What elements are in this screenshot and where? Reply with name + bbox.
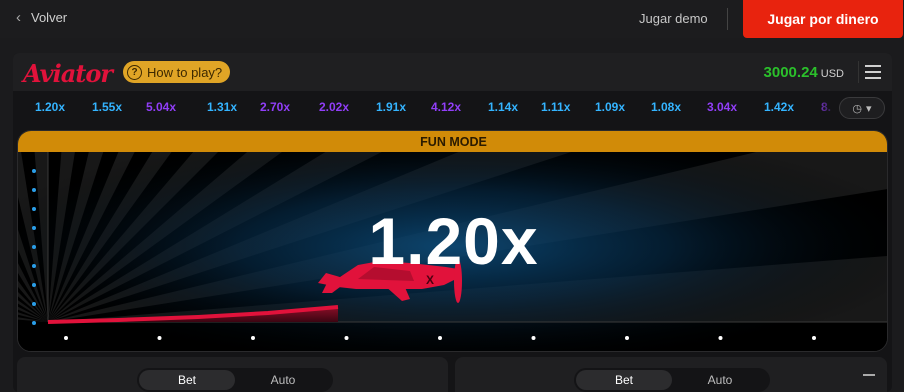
aviator-logo: Aviator [23, 59, 113, 88]
play-demo-link[interactable]: Jugar demo [639, 11, 708, 26]
play-real-money-button[interactable]: Jugar por dinero [743, 0, 903, 38]
divider [727, 8, 728, 30]
y-axis-dot [32, 169, 36, 173]
chevron-left-icon: ‹ [16, 9, 21, 26]
history-multiplier: 1.08x [651, 100, 682, 114]
back-label: Volver [31, 10, 68, 25]
chevron-down-icon: ▾ [866, 102, 872, 115]
bet-auto-toggle: Bet Auto [137, 368, 333, 392]
balance: 3000.24 USD [764, 64, 844, 81]
x-axis-dot [718, 336, 723, 340]
back-button[interactable]: ‹ Volver [16, 9, 67, 26]
auto-tab[interactable]: Auto [672, 370, 768, 390]
how-to-play-label: How to play? [147, 64, 223, 80]
aviator-game: Aviator ? How to play? 3000.24USD 8.1.42… [13, 53, 892, 392]
menu-icon-line [865, 71, 881, 73]
how-to-play-button[interactable]: ? How to play? [123, 61, 231, 83]
menu-icon-line [865, 65, 881, 67]
fun-mode-bar: FUN MODE [18, 131, 887, 152]
balance-amount: 3000.24 [763, 64, 818, 81]
history-multiplier: 2.02x [319, 100, 350, 114]
bet-auto-toggle: Bet Auto [574, 368, 770, 392]
x-axis-dot [625, 336, 629, 340]
history-icon: ◷ [852, 102, 863, 115]
history-multiplier: 2.70x [260, 100, 291, 114]
history-multiplier: 3.04x [707, 100, 738, 114]
bet-panel-2: Bet Auto [455, 357, 887, 392]
x-axis-dot [531, 336, 536, 340]
history-multiplier: 5.04x [146, 100, 177, 114]
history-multiplier: 1.55x [92, 100, 123, 114]
x-axis-dot [251, 336, 255, 340]
bet-tab[interactable]: Bet [139, 370, 235, 390]
history-toggle-button[interactable]: ◷ ▾ [839, 97, 885, 119]
history-multiplier: 1.42x [764, 100, 795, 114]
history-multiplier: 1.11x [541, 100, 571, 114]
y-axis-dot [32, 321, 36, 325]
x-axis-dot [438, 336, 442, 340]
auto-tab[interactable]: Auto [235, 370, 331, 390]
history-fade [813, 97, 838, 121]
menu-button[interactable] [858, 61, 884, 83]
current-multiplier: 1.20x [368, 204, 539, 278]
game-header: Aviator ? How to play? 3000.24 USD [13, 53, 892, 91]
top-bar: ‹ Volver Jugar demo Jugar por dinero [0, 0, 904, 38]
history-multiplier: 1.91x [376, 100, 407, 114]
history-multiplier: 1.20x [35, 100, 66, 114]
x-axis-dot [812, 336, 816, 340]
remove-bet-panel-button[interactable] [863, 374, 875, 376]
x-axis-dot [344, 336, 349, 340]
y-axis-dot [32, 188, 36, 192]
y-axis-dot [32, 283, 36, 287]
multiplier-history: 8.1.42x3.04x1.08x1.09x1.11x1.14x4.12x1.9… [13, 97, 892, 121]
x-axis-dot [64, 336, 68, 340]
balance-currency: USD [820, 68, 844, 80]
history-multiplier: 1.14x [488, 100, 519, 114]
question-icon: ? [127, 64, 142, 80]
history-multiplier: 1.09x [595, 100, 626, 114]
game-stage: X FUN MODE 1.20x [17, 130, 888, 352]
history-multiplier: 1.31x [207, 100, 238, 114]
history-multiplier: 4.12x [431, 100, 462, 114]
bet-tab[interactable]: Bet [576, 370, 672, 390]
y-axis-dot [32, 302, 36, 306]
menu-icon-line [865, 77, 881, 79]
x-axis-dot [157, 336, 162, 340]
bet-panel-1: Bet Auto [17, 357, 448, 392]
